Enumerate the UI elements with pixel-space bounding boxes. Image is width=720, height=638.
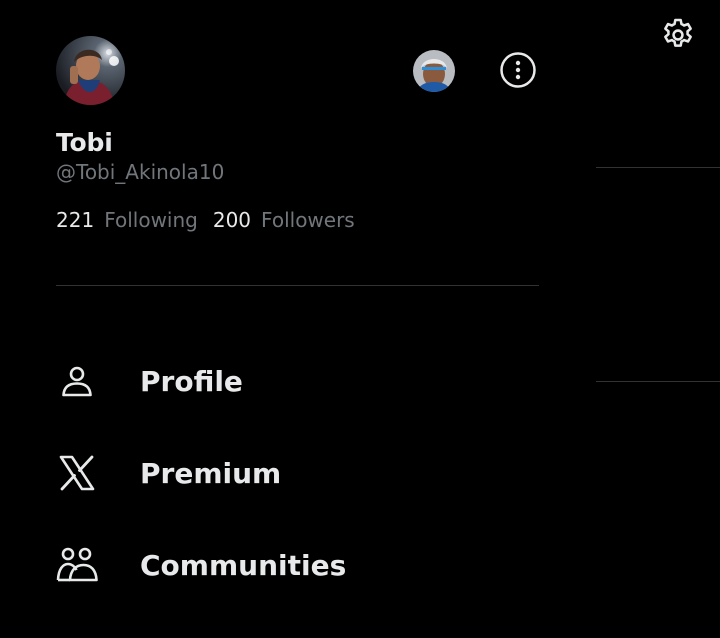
account-photo [413,50,455,92]
following-link[interactable]: 221 Following [56,208,198,232]
x-logo-icon [56,452,98,494]
more-options-button[interactable] [499,51,537,89]
user-avatar[interactable] [56,36,125,105]
side-drawer: Tobi @Tobi_Akinola10 221 Following 200 F… [0,0,594,638]
nav-item-premium[interactable]: Premium [56,445,496,501]
timeline-divider [596,167,720,168]
followers-label: Followers [261,208,355,232]
display-name[interactable]: Tobi [56,128,113,157]
nav-label-profile: Profile [140,364,243,398]
drawer-divider [56,285,539,286]
followers-link[interactable]: 200 Followers [213,208,355,232]
switch-account-avatar[interactable] [413,50,455,92]
nav-item-profile[interactable]: Profile [56,353,496,409]
avatar-photo [56,36,125,105]
follow-stats: 221 Following 200 Followers [56,208,370,232]
following-count: 221 [56,208,95,232]
communities-icon [56,544,98,586]
followers-count: 200 [212,208,252,232]
gear-icon [664,18,692,47]
nav-item-communities[interactable]: Communities [56,537,496,593]
user-handle: @Tobi_Akinola10 [56,160,225,184]
main-timeline-backdrop [594,0,720,638]
person-icon [56,360,98,402]
timeline-divider [596,381,720,382]
nav-label-premium: Premium [140,456,282,490]
nav-label-communities: Communities [140,548,347,582]
following-label: Following [104,208,198,232]
settings-button[interactable] [658,15,698,55]
more-vertical-icon [500,52,536,88]
